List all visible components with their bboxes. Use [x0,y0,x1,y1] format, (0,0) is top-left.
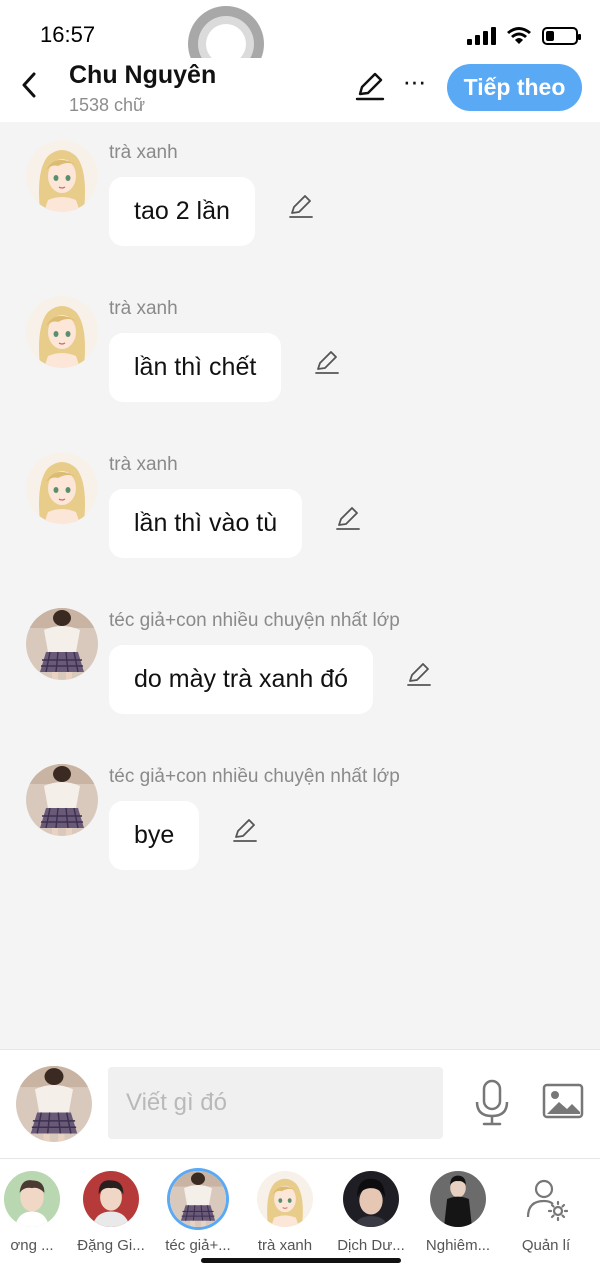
sender-avatar[interactable] [26,452,98,524]
message-bubble[interactable]: lần thì chết [109,333,282,402]
battery-fill [546,31,555,41]
battery-icon [542,27,581,45]
sender-avatar[interactable] [26,764,98,836]
back-button[interactable] [14,70,44,100]
pencil-icon [289,195,313,218]
chat-message[interactable]: téc giả+con nhiều chuyện nhất lớp bye [0,764,600,914]
pencil-icon [336,507,360,530]
message-input[interactable] [108,1067,443,1139]
manage-button[interactable]: Quản lí [506,1171,586,1254]
chat-message[interactable]: téc giả+con nhiều chuyện nhất lớp do mày … [0,608,600,758]
status-bar: 16:57 [0,0,600,82]
sender-avatar[interactable] [26,296,98,368]
status-icons [467,26,581,46]
sender-name: trà xanh [109,454,178,475]
story-header: Chu Nguyên 1538 chữ ··· Tiếp theo [0,58,600,122]
message-bubble[interactable]: tao 2 lần [109,177,255,246]
more-options-button[interactable]: ··· [398,68,430,100]
sender-name: téc giả+con nhiều chuyện nhất lớp [109,766,400,787]
character-name: Đặng Gi... [77,1237,145,1254]
character-name: Dịch Dư... [337,1237,405,1254]
message-bubble[interactable]: lần thì vào tù [109,489,303,558]
user-settings-icon [518,1171,574,1227]
sender-name: téc giả+con nhiều chuyện nhất lớp [109,610,400,631]
image-icon [542,1083,584,1119]
character-avatar [83,1171,139,1227]
wifi-icon [507,27,531,44]
character-item[interactable]: trà xanh [245,1171,325,1254]
pencil-icon [407,663,431,686]
pencil-icon [355,72,385,101]
edit-message-button[interactable] [334,504,362,532]
chat-message[interactable]: trà xanh lần thì vào tù [0,452,600,602]
character-name: Nghiêm... [425,1237,491,1254]
edit-message-button[interactable] [405,660,433,688]
microphone-button[interactable] [472,1078,512,1128]
character-name: ơng ... [10,1237,54,1254]
status-time: 16:57 [40,22,96,47]
message-bubble[interactable]: bye [109,801,200,870]
chat-list[interactable]: téc giả+con nhiều chuyện nhất lớp bye trà… [0,122,600,1050]
character-item[interactable]: Dịch Dư... [331,1171,411,1254]
character-name: trà xanh [257,1237,313,1254]
sender-name: trà xanh [109,298,178,319]
character-item[interactable]: ơng ... [0,1171,72,1254]
next-button[interactable]: Tiếp theo [447,64,582,111]
sender-avatar[interactable] [26,140,98,212]
character-name: téc giả+... [165,1237,231,1254]
message-bubble[interactable]: do mày trà xanh đó [109,645,374,714]
sender-name: trà xanh [109,142,178,163]
sender-avatar[interactable] [26,608,98,680]
character-avatar [4,1171,60,1227]
pencil-icon [315,351,339,374]
character-item[interactable]: Đặng Gi... [71,1171,151,1254]
current-character-avatar[interactable] [16,1066,92,1142]
story-title: Chu Nguyên [69,61,217,89]
chat-message[interactable]: trà xanh lần thì chết [0,296,600,446]
character-item[interactable]: téc giả+... [158,1171,238,1254]
signal-icon [467,27,496,45]
chevron-left-icon [22,72,36,98]
edit-title-button[interactable] [354,70,386,102]
edit-message-button[interactable] [313,348,341,376]
chat-message[interactable]: téc giả+con nhiều chuyện nhất lớpbye [0,122,600,134]
character-avatar [257,1171,313,1227]
pencil-icon [233,819,257,842]
character-bar: Quản lí ơng ... Đặng Gi... téc giả+... t… [0,1158,600,1267]
chat-message[interactable]: trà xanh tao 2 lần [0,140,600,290]
manage-label: Quản lí [521,1237,571,1254]
home-indicator [201,1258,401,1263]
edit-message-button[interactable] [231,816,259,844]
edit-message-button[interactable] [287,192,315,220]
character-avatar [430,1171,486,1227]
input-bar [0,1049,600,1158]
character-avatar [343,1171,399,1227]
character-avatar [170,1171,226,1227]
microphone-icon [475,1079,509,1126]
image-button[interactable] [541,1082,585,1122]
word-count: 1538 chữ [69,95,146,115]
character-item[interactable]: Nghiêm... [418,1171,498,1254]
